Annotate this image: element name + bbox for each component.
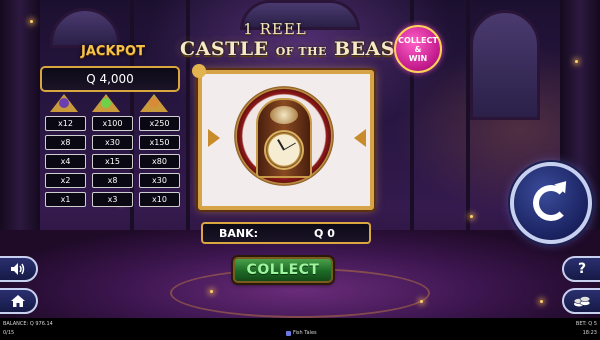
game-name: Fish Tales (286, 330, 317, 336)
title-reel-count: 1 REEL (243, 20, 307, 38)
multiplier-cell: x15 (92, 154, 133, 169)
game-logo-icon (286, 330, 291, 336)
speaker-icon (11, 263, 25, 275)
multiplier-cell: x8 (92, 173, 133, 188)
purple-gem-symbol-icon (50, 94, 78, 112)
help-button[interactable]: ? (562, 256, 600, 282)
left-window (50, 8, 120, 48)
bank-label: BANK: (219, 226, 259, 240)
collect-and-win-badge: COLLECT & WIN (394, 25, 442, 73)
jackpot-value: Q 4,000 (86, 72, 134, 86)
sparkle (540, 300, 543, 303)
sparkle (420, 300, 423, 303)
jackpot-value-box: Q 4,000 (40, 66, 180, 92)
amber-gem-symbol-icon (140, 94, 168, 112)
multiplier-cell: x4 (45, 154, 86, 169)
sound-button[interactable] (0, 256, 38, 282)
left-pillar (0, 0, 40, 240)
home-icon (11, 295, 25, 307)
multiplier-table: x12 x100 x250 x8 x30 x150 x4 x15 x80 x2 … (45, 116, 180, 207)
reel-right-marker-icon (354, 129, 366, 147)
multiplier-cell: x2 (45, 173, 86, 188)
multiplier-cell: x80 (139, 154, 180, 169)
multiplier-cell: x3 (92, 192, 133, 207)
multiplier-cell: x30 (92, 135, 133, 150)
multiplier-cell: x100 (92, 116, 133, 131)
bet-text: BET: Q 5 (575, 321, 597, 327)
multiplier-cell: x30 (139, 173, 180, 188)
coins-icon (573, 296, 591, 307)
game-name-text: Fish Tales (293, 330, 317, 336)
collect-button[interactable]: COLLECT (233, 257, 333, 283)
help-label: ? (577, 261, 587, 277)
multiplier-cell: x10 (139, 192, 180, 207)
balance-text: BALANCE: Q 976.14 (3, 321, 53, 327)
reel-left-marker-icon (208, 129, 220, 147)
clock-top-ornament (270, 106, 298, 124)
title-word-castle: CASTLE (180, 38, 269, 60)
sparkle (30, 20, 33, 23)
multiplier-cell: x150 (139, 135, 180, 150)
right-window (470, 10, 540, 120)
bank-display: BANK: Q 0 (201, 222, 371, 244)
green-gem-symbol-icon (92, 94, 120, 112)
spin-button[interactable] (510, 162, 592, 244)
bank-value: Q 0 (314, 226, 335, 240)
multiplier-cell: x12 (45, 116, 86, 131)
title-main: CASTLE OF THE BEAST (180, 38, 409, 60)
clock-time: 18:23 (582, 330, 597, 336)
sparkle (210, 290, 213, 293)
game-title: 1 REEL CASTLE OF THE BEAST (180, 20, 409, 60)
jackpot-title: JACKPOT (81, 44, 145, 59)
status-bar: BALANCE: Q 976.14 0/15 Fish Tales BET: Q… (0, 318, 600, 340)
status-left-bottom: 0/15 (3, 330, 15, 336)
badge-amp: & (414, 44, 422, 54)
title-word-of-the: OF THE (275, 45, 327, 58)
badge-win: WIN (408, 53, 428, 63)
sparkle (575, 60, 578, 63)
multiplier-cell: x250 (139, 116, 180, 131)
sparkle (470, 215, 473, 218)
multiplier-cell: x1 (45, 192, 86, 207)
badge-collect: COLLECT (398, 35, 438, 45)
multiplier-cell: x8 (45, 135, 86, 150)
bet-coins-button[interactable] (562, 288, 600, 314)
home-button[interactable] (0, 288, 38, 314)
